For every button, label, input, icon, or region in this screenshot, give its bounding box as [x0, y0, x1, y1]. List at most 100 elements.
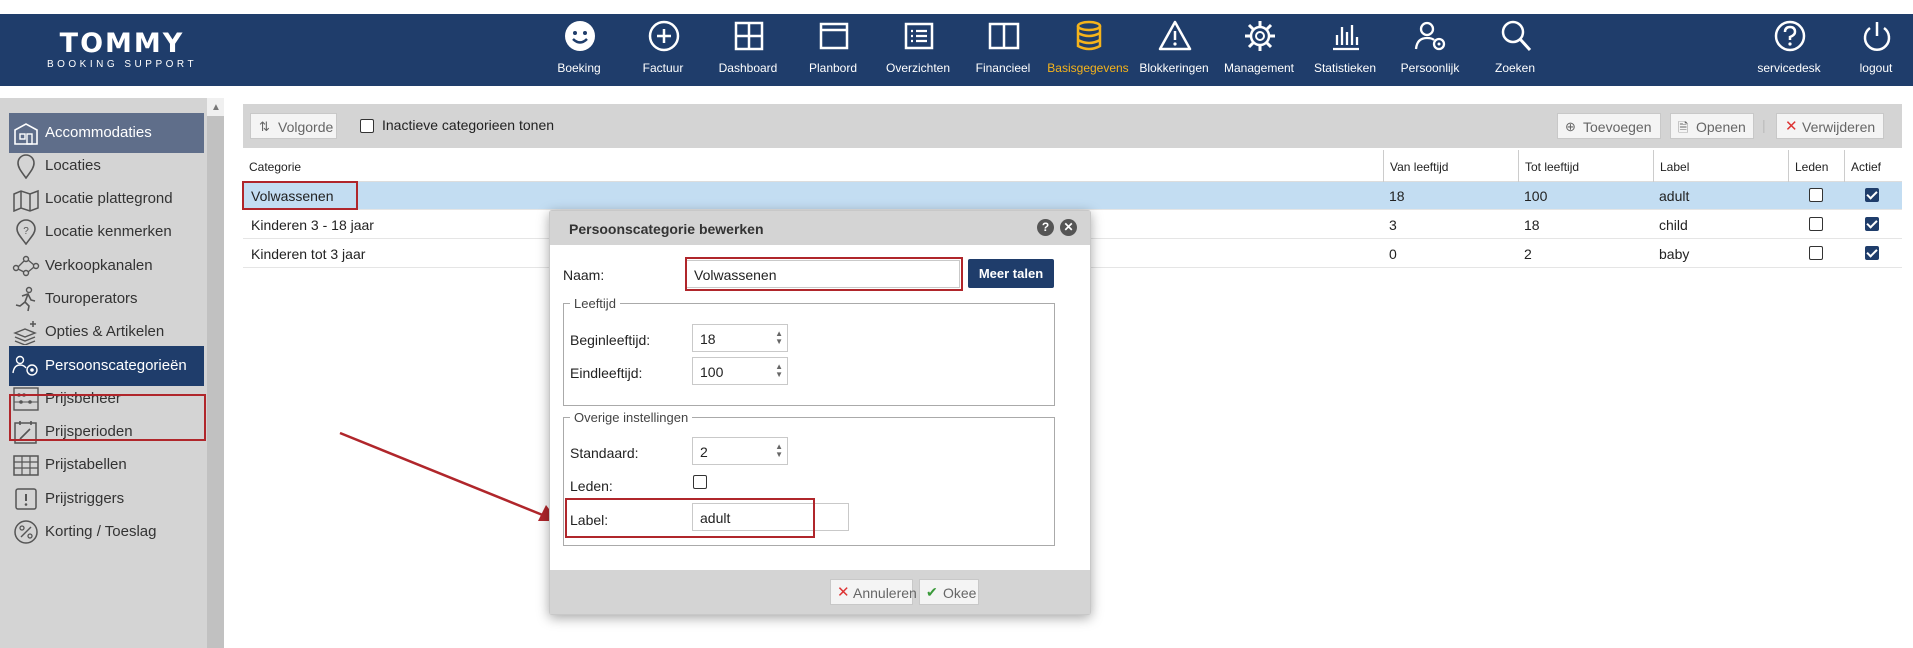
cancel-button[interactable]: ✕ Annuleren [830, 579, 917, 605]
inactive-checkbox[interactable] [360, 119, 374, 133]
toolbar-divider: | [1762, 117, 1766, 133]
nav-zoeken[interactable]: Zoeken [1465, 14, 1565, 86]
standaard-label: Standaard: [570, 445, 639, 461]
plus-circle-icon: ⊕ [1565, 119, 1576, 134]
leden-checkbox[interactable] [693, 475, 707, 489]
column-header-categorie[interactable]: Categorie [243, 150, 301, 182]
ok-label: Okee [943, 585, 977, 601]
map-icon [13, 189, 39, 212]
leden-checkbox[interactable] [1809, 188, 1823, 202]
exclamation-box-icon [15, 488, 37, 510]
runner-icon [15, 286, 36, 312]
column-header-leden[interactable]: Leden [1788, 150, 1828, 182]
dialog-header: Persoonscategorie bewerken ? ✕ [550, 211, 1090, 245]
cell-van-leeftijd: 18 [1389, 188, 1405, 204]
nav-servicedesk[interactable]: servicedesk [1739, 14, 1839, 86]
toolbar: ⇅ Volgorde Inactieve categorieen tonen ⊕… [243, 104, 1902, 148]
abacus-icon [13, 387, 39, 411]
sidebar-item-korting-toeslag[interactable]: Korting / Toeslag [9, 512, 204, 552]
naam-input[interactable]: Volwassenen [686, 260, 960, 288]
label-input[interactable]: adult [692, 503, 849, 531]
nav-logout[interactable]: logout [1826, 14, 1913, 86]
inactive-label: Inactieve categorieen tonen [382, 117, 555, 133]
stepper-arrows-icon[interactable]: ▲ ▼ [775, 443, 783, 459]
sidebar-item-label: Opties & Artikelen [45, 323, 165, 340]
layers-plus-icon [13, 321, 37, 345]
chart-icon [1333, 25, 1359, 51]
help-icon[interactable]: ? [1037, 219, 1054, 236]
database-icon [1076, 20, 1102, 51]
sidebar-item-label: Touroperators [45, 290, 138, 307]
actief-checkbox[interactable] [1865, 217, 1879, 231]
leden-checkbox[interactable] [1809, 217, 1823, 231]
scrollbar-thumb[interactable] [207, 116, 224, 648]
scroll-up-arrow-icon[interactable]: ▲ [211, 102, 221, 113]
user-gear-icon [1414, 21, 1446, 51]
nav-management[interactable]: Management [1209, 14, 1309, 86]
cell-categorie: Kinderen tot 3 jaar [251, 246, 366, 262]
building-icon [14, 123, 38, 145]
begin-stepper[interactable]: 18 ▲ ▼ [692, 324, 788, 352]
book-icon [988, 22, 1020, 50]
stepper-arrows-icon[interactable]: ▲ ▼ [775, 363, 783, 379]
sidebar-item-label: Prijsperioden [45, 423, 133, 440]
pin-question-icon: ? [16, 219, 36, 245]
eind-value: 100 [700, 364, 724, 380]
logo-subtitle: BOOKING SUPPORT [46, 59, 198, 70]
open-label: Openen [1696, 119, 1746, 135]
sidebar-scrollbar[interactable]: ▲ [207, 98, 224, 648]
pin-icon [17, 154, 35, 179]
table-header: Categorie Van leeftijd Tot leeftijd Labe… [243, 150, 1902, 182]
overige-legend: Overige instellingen [574, 410, 689, 425]
power-icon [1863, 22, 1891, 51]
column-header-label[interactable]: Label [1653, 150, 1689, 182]
open-button[interactable]: 🗎 Openen [1670, 113, 1754, 139]
nav-basisgegevens[interactable]: Basisgegevens [1038, 14, 1138, 86]
meer-talen-button[interactable]: Meer talen [968, 259, 1054, 288]
cell-categorie: Kinderen 3 - 18 jaar [251, 217, 374, 233]
sidebar-item-label: Prijsbeheer [45, 390, 121, 407]
table-row[interactable]: Volwassenen 18 100 adult [243, 182, 1902, 210]
sidebar-item-label: Prijstabellen [45, 456, 127, 473]
column-header-van-leeftijd[interactable]: Van leeftijd [1383, 150, 1448, 182]
cell-label: baby [1659, 246, 1690, 262]
close-icon[interactable]: ✕ [1060, 219, 1077, 236]
percent-icon [14, 520, 38, 544]
ok-button[interactable]: ✔ Okee [919, 579, 979, 605]
nav-label: logout [1859, 61, 1893, 75]
sort-label: Volgorde [278, 119, 334, 135]
people-gear-icon [12, 355, 38, 376]
cell-van-leeftijd: 3 [1389, 217, 1397, 233]
cell-van-leeftijd: 0 [1389, 246, 1397, 262]
begin-label: Beginleeftijd: [570, 332, 651, 348]
label-label: Label: [570, 512, 609, 528]
nav-label: Management [1223, 61, 1295, 75]
eind-label: Eindleeftijd: [570, 365, 643, 381]
standaard-stepper[interactable]: 2 ▲ ▼ [692, 437, 788, 465]
cell-label: child [1659, 217, 1688, 233]
stepper-arrows-icon[interactable]: ▲ ▼ [775, 330, 783, 346]
eind-stepper[interactable]: 100 ▲ ▼ [692, 357, 788, 385]
grid-icon [734, 21, 764, 51]
delete-label: Verwijderen [1802, 119, 1876, 135]
leden-checkbox[interactable] [1809, 246, 1823, 260]
sort-button[interactable]: ⇅ Volgorde [250, 113, 337, 139]
svg-text:?: ? [23, 226, 29, 237]
add-label: Toevoegen [1583, 119, 1652, 135]
column-header-tot-leeftijd[interactable]: Tot leeftijd [1518, 150, 1579, 182]
delete-button[interactable]: ✕ Verwijderen [1776, 113, 1884, 139]
sidebar-item-label: Locaties [45, 157, 101, 174]
actief-checkbox[interactable] [1865, 246, 1879, 260]
actief-checkbox[interactable] [1865, 188, 1879, 202]
document-icon: 🗎 [1678, 120, 1689, 135]
annotation-arrow [339, 431, 558, 521]
sidebar-item-label: Locatie plattegrond [45, 190, 173, 207]
add-button[interactable]: ⊕ Toevoegen [1557, 113, 1661, 139]
column-header-actief[interactable]: Actief [1844, 150, 1881, 182]
begin-value: 18 [700, 331, 716, 347]
logo-title: TOMMY [59, 28, 185, 59]
close-icon: ✕ [837, 584, 850, 601]
sidebar-item-label: Verkoopkanalen [45, 257, 153, 274]
sidebar-item-label: Accommodaties [45, 124, 152, 141]
leeftijd-fieldset: Leeftijd [563, 296, 1055, 406]
